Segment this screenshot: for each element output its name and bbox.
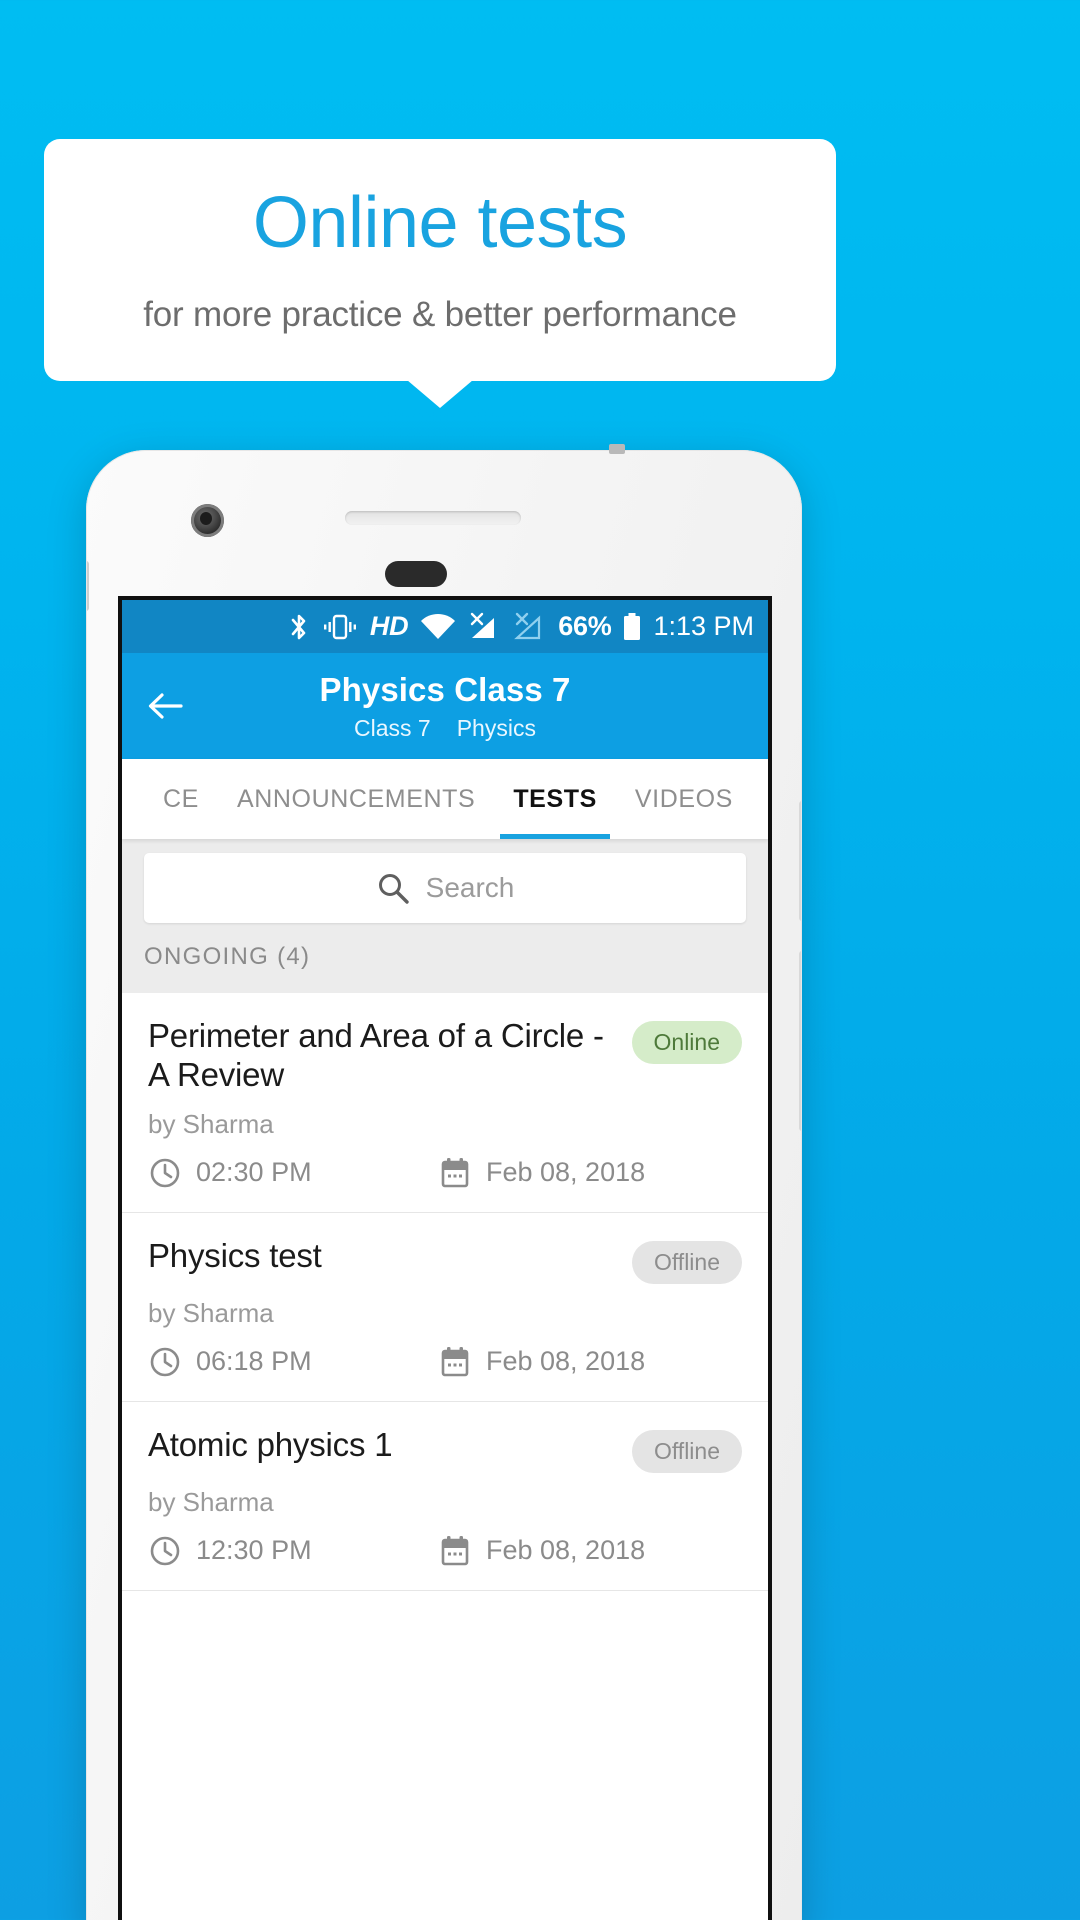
section-header-ongoing: ONGOING (4) <box>122 943 768 993</box>
tab-ce[interactable]: CE <box>144 759 218 839</box>
bubble-tail <box>407 380 473 408</box>
phone-mockup: HD 66% 1:13 PM Physics Class 7 Class 7 P… <box>86 444 802 1920</box>
signal-1-no-sim-icon <box>468 612 502 642</box>
tests-list: Perimeter and Area of a Circle - A Revie… <box>122 993 768 1591</box>
test-title: Atomic physics 1 <box>148 1425 393 1463</box>
phone-body: HD 66% 1:13 PM Physics Class 7 Class 7 P… <box>86 450 802 1920</box>
calendar-icon <box>438 1534 472 1568</box>
promo-title: Online tests <box>252 183 628 263</box>
list-item[interactable]: Atomic physics 1 Offline by Sharma 12:30… <box>122 1401 768 1591</box>
tab-tests[interactable]: TESTS <box>494 759 616 839</box>
test-time: 12:30 PM <box>196 1535 312 1566</box>
breadcrumb: Class 7 Physics <box>354 715 536 742</box>
status-bar-clock: 1:13 PM <box>653 611 754 641</box>
test-title: Perimeter and Area of a Circle - A Revie… <box>148 1017 604 1093</box>
list-item[interactable]: Perimeter and Area of a Circle - A Revie… <box>122 993 768 1213</box>
battery-percent-label: 66% <box>558 611 612 641</box>
proximity-sensor <box>385 561 447 587</box>
status-badge: Offline <box>631 1429 742 1473</box>
clock-icon <box>148 1345 182 1379</box>
test-date: Feb 08, 2018 <box>486 1157 646 1188</box>
search-placeholder: Search <box>425 872 515 903</box>
front-camera-icon <box>191 504 224 537</box>
status-badge: Offline <box>631 1240 742 1284</box>
test-date: Feb 08, 2018 <box>486 1346 646 1377</box>
clock-icon <box>148 1534 182 1568</box>
vibrate-icon <box>321 613 359 641</box>
hd-icon: HD <box>369 611 409 641</box>
promo-bubble-card: Online tests for more practice & better … <box>44 139 836 408</box>
page-title: Physics Class 7 <box>319 670 571 708</box>
test-author: by Sharma <box>148 1297 274 1328</box>
test-author: by Sharma <box>148 1486 274 1517</box>
test-title: Physics test <box>148 1236 322 1274</box>
status-bar: HD 66% 1:13 PM <box>122 600 768 653</box>
phone-screen: HD 66% 1:13 PM Physics Class 7 Class 7 P… <box>118 596 772 1920</box>
calendar-icon <box>438 1156 472 1190</box>
test-meta: 02:30 PM Feb 08, 2018 <box>148 1156 742 1190</box>
search-input[interactable]: Search <box>144 853 746 923</box>
signal-2-no-sim-icon <box>513 612 547 642</box>
wifi-icon <box>419 613 457 641</box>
battery-icon <box>622 612 642 642</box>
side-button-left[interactable] <box>87 561 89 611</box>
status-badge: Online <box>631 1021 742 1064</box>
antenna-line <box>609 444 625 454</box>
test-author: by Sharma <box>148 1108 274 1139</box>
promo-subtitle: for more practice & better performance <box>143 295 737 334</box>
back-arrow-icon[interactable] <box>144 685 186 727</box>
test-time: 02:30 PM <box>196 1157 312 1188</box>
breadcrumb-item-class: Class 7 <box>354 714 431 741</box>
tab-announcements[interactable]: ANNOUNCEMENTS <box>218 759 494 839</box>
calendar-icon <box>438 1345 472 1379</box>
test-meta: 12:30 PM Feb 08, 2018 <box>148 1534 742 1568</box>
search-icon <box>376 871 410 905</box>
test-date: Feb 08, 2018 <box>486 1535 646 1566</box>
promo-bubble: Online tests for more practice & better … <box>44 139 836 408</box>
tab-bar: CE ANNOUNCEMENTS TESTS VIDEOS <box>122 759 768 839</box>
bluetooth-icon <box>288 612 310 642</box>
breadcrumb-item-subject: Physics <box>456 714 536 741</box>
test-meta: 06:18 PM Feb 08, 2018 <box>148 1345 742 1379</box>
tab-videos[interactable]: VIDEOS <box>616 759 752 839</box>
volume-button[interactable] <box>799 801 801 921</box>
earpiece-speaker <box>345 511 521 525</box>
clock-icon <box>148 1156 182 1190</box>
list-item[interactable]: Physics test Offline by Sharma 06:18 PM … <box>122 1212 768 1402</box>
power-button[interactable] <box>799 951 801 1131</box>
test-time: 06:18 PM <box>196 1346 312 1377</box>
app-bar: Physics Class 7 Class 7 Physics <box>122 653 768 759</box>
search-section: Search <box>122 839 768 943</box>
